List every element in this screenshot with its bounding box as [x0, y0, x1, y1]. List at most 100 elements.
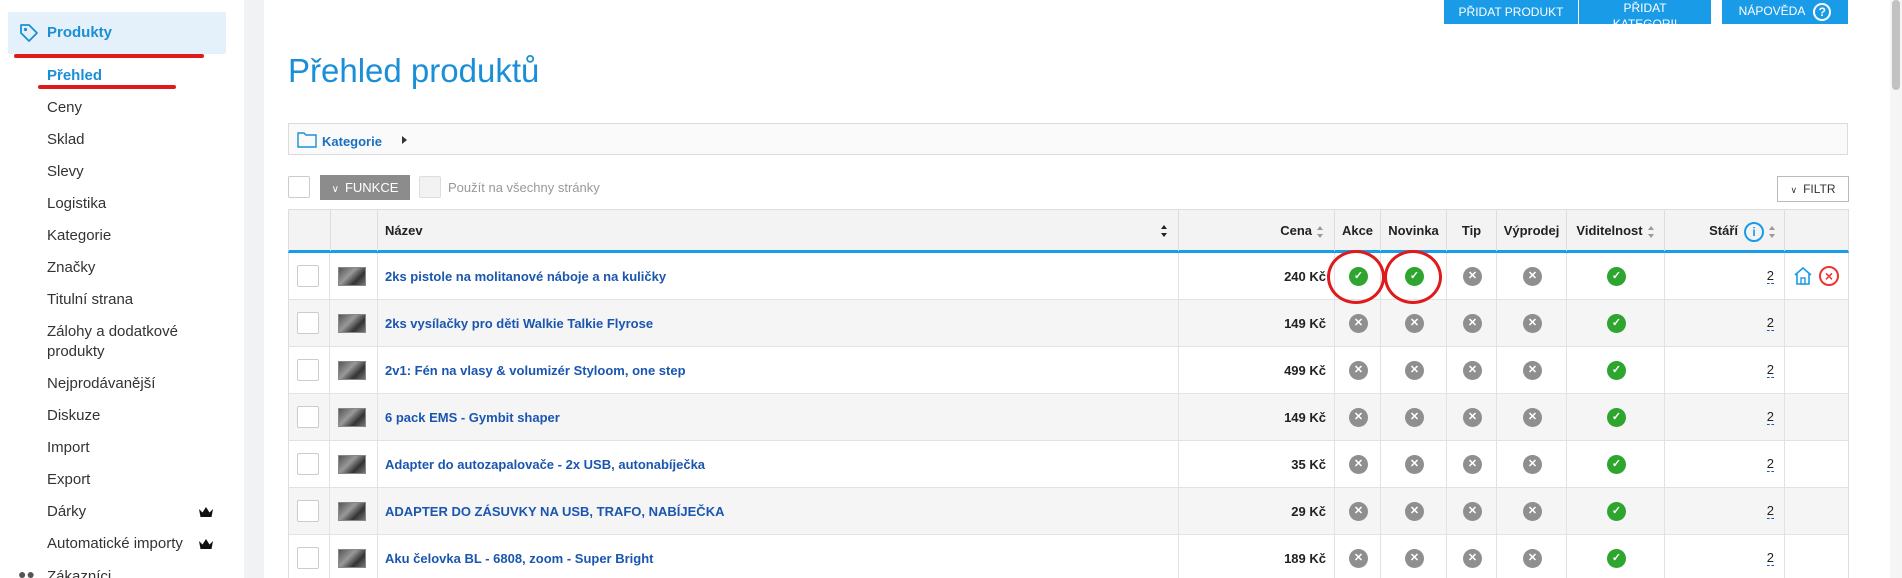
sidebar-item[interactable]: Slevy — [47, 162, 84, 182]
sidebar-item[interactable]: Import — [47, 438, 90, 458]
cross-icon[interactable]: ✕ — [1523, 267, 1542, 286]
product-thumbnail[interactable] — [338, 502, 366, 521]
apply-all-pages-checkbox[interactable] — [419, 176, 441, 198]
scrollbar[interactable] — [1890, 0, 1902, 578]
product-name-link[interactable]: 2ks pistole na molitanové náboje a na ku… — [385, 269, 666, 284]
cross-icon[interactable]: ✕ — [1523, 314, 1542, 333]
delete-icon[interactable]: × — [1819, 266, 1839, 286]
cross-icon[interactable]: ✕ — [1463, 361, 1482, 380]
sort-icon[interactable] — [1161, 225, 1168, 237]
breadcrumb-arrow-icon[interactable] — [402, 136, 407, 144]
sidebar-item[interactable]: Titulní strana — [47, 290, 133, 310]
product-age[interactable]: 2 — [1766, 269, 1774, 284]
sidebar-item[interactable]: produkty — [47, 342, 105, 362]
cross-icon[interactable]: ✕ — [1405, 549, 1424, 568]
sidebar-item[interactable]: Zálohy a dodatkové — [47, 322, 178, 342]
cross-icon[interactable]: ✕ — [1405, 502, 1424, 521]
cross-icon[interactable]: ✕ — [1349, 314, 1368, 333]
header-name[interactable]: Název — [377, 210, 1178, 251]
row-checkbox[interactable] — [297, 265, 319, 287]
header-age[interactable]: Stáří i — [1664, 210, 1784, 251]
product-name-link[interactable]: Adapter do autozapalovače - 2x USB, auto… — [385, 457, 705, 472]
sidebar-item[interactable]: Přehled — [47, 66, 102, 86]
product-age[interactable]: 2 — [1766, 504, 1774, 519]
info-icon[interactable]: i — [1744, 221, 1764, 242]
cross-icon[interactable]: ✕ — [1523, 549, 1542, 568]
check-icon[interactable]: ✓ — [1607, 361, 1626, 380]
cross-icon[interactable]: ✕ — [1463, 267, 1482, 286]
product-age[interactable]: 2 — [1766, 457, 1774, 472]
add-category-button[interactable]: PŘIDAT KATEGORII — [1579, 0, 1711, 31]
cross-icon[interactable]: ✕ — [1523, 502, 1542, 521]
check-icon[interactable]: ✓ — [1607, 408, 1626, 427]
product-age[interactable]: 2 — [1766, 316, 1774, 331]
sidebar-item[interactable]: Dárky — [47, 502, 86, 522]
cross-icon[interactable]: ✕ — [1349, 408, 1368, 427]
cross-icon[interactable]: ✕ — [1349, 455, 1368, 474]
sidebar-item[interactable]: Značky — [47, 258, 95, 278]
sidebar-item[interactable]: Automatické importy — [47, 534, 183, 554]
product-name-link[interactable]: Aku čelovka BL - 6808, zoom - Super Brig… — [385, 551, 654, 566]
cross-icon[interactable]: ✕ — [1523, 408, 1542, 427]
cross-icon[interactable]: ✕ — [1463, 314, 1482, 333]
sort-icon[interactable] — [1317, 225, 1324, 238]
sort-icon[interactable] — [1769, 225, 1776, 238]
cross-icon[interactable]: ✕ — [1405, 455, 1424, 474]
home-icon[interactable] — [1793, 266, 1813, 286]
sort-icon[interactable] — [1647, 225, 1655, 238]
sidebar-item[interactable]: Logistika — [47, 194, 106, 214]
help-button[interactable]: NÁPOVĚDA? — [1722, 0, 1848, 24]
sidebar-section-products[interactable]: Produkty — [8, 12, 226, 54]
sidebar-item[interactable]: Export — [47, 470, 90, 490]
product-thumbnail[interactable] — [338, 549, 366, 568]
cross-icon[interactable]: ✕ — [1405, 408, 1424, 427]
sidebar-item[interactable]: Nejprodávanější — [47, 374, 155, 394]
product-age[interactable]: 2 — [1766, 410, 1774, 425]
add-product-button[interactable]: PŘIDAT PRODUKT — [1444, 0, 1578, 24]
product-name-link[interactable]: 2v1: Fén na vlasy & volumizér Styloom, o… — [385, 363, 686, 378]
select-all-checkbox[interactable] — [288, 176, 310, 198]
sidebar-item[interactable]: Diskuze — [47, 406, 100, 426]
cross-icon[interactable]: ✕ — [1405, 361, 1424, 380]
row-checkbox[interactable] — [297, 359, 319, 381]
cross-icon[interactable]: ✕ — [1523, 455, 1542, 474]
scrollbar-thumb[interactable] — [1892, 0, 1900, 90]
check-icon[interactable]: ✓ — [1607, 549, 1626, 568]
row-checkbox[interactable] — [297, 312, 319, 334]
product-age[interactable]: 2 — [1766, 551, 1774, 566]
header-visibility[interactable]: Viditelnost — [1566, 210, 1664, 251]
sidebar-item[interactable]: Kategorie — [47, 226, 111, 246]
header-price[interactable]: Cena — [1178, 210, 1334, 251]
check-icon[interactable]: ✓ — [1607, 314, 1626, 333]
product-name-link[interactable]: ADAPTER DO ZÁSUVKY NA USB, TRAFO, NABÍJE… — [385, 504, 724, 519]
cross-icon[interactable]: ✕ — [1463, 549, 1482, 568]
cross-icon[interactable]: ✕ — [1349, 361, 1368, 380]
product-thumbnail[interactable] — [338, 267, 366, 286]
sidebar-item[interactable]: Ceny — [47, 98, 82, 118]
functions-button[interactable]: ∨ FUNKCE — [320, 175, 410, 200]
product-thumbnail[interactable] — [338, 314, 366, 333]
check-icon[interactable]: ✓ — [1607, 502, 1626, 521]
cross-icon[interactable]: ✕ — [1349, 502, 1368, 521]
cross-icon[interactable]: ✕ — [1463, 455, 1482, 474]
row-checkbox[interactable] — [297, 500, 319, 522]
sidebar-item-customers[interactable]: Zákazníci — [47, 568, 111, 578]
cross-icon[interactable]: ✕ — [1405, 314, 1424, 333]
product-name-link[interactable]: 2ks vysílačky pro děti Walkie Talkie Fly… — [385, 316, 653, 331]
check-icon[interactable]: ✓ — [1607, 455, 1626, 474]
filter-button[interactable]: ∨ FILTR — [1777, 176, 1849, 202]
cross-icon[interactable]: ✕ — [1523, 361, 1542, 380]
product-thumbnail[interactable] — [338, 361, 366, 380]
product-thumbnail[interactable] — [338, 455, 366, 474]
product-thumbnail[interactable] — [338, 408, 366, 427]
product-age[interactable]: 2 — [1766, 363, 1774, 378]
row-checkbox[interactable] — [297, 547, 319, 569]
row-checkbox[interactable] — [297, 453, 319, 475]
product-name-link[interactable]: 6 pack EMS - Gymbit shaper — [385, 410, 560, 425]
cross-icon[interactable]: ✕ — [1463, 408, 1482, 427]
breadcrumb-category[interactable]: Kategorie — [322, 134, 382, 149]
sidebar-item[interactable]: Sklad — [47, 130, 85, 150]
check-icon[interactable]: ✓ — [1607, 267, 1626, 286]
cross-icon[interactable]: ✕ — [1349, 549, 1368, 568]
cross-icon[interactable]: ✕ — [1463, 502, 1482, 521]
